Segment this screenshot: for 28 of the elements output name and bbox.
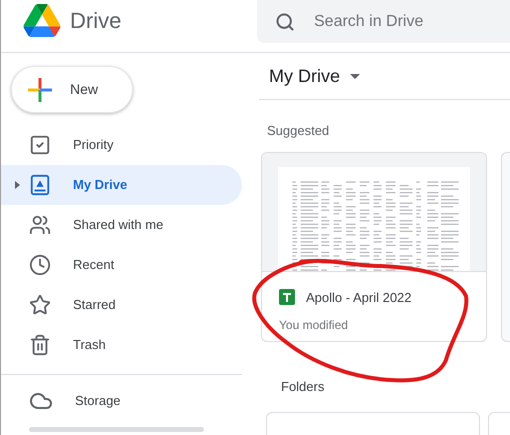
drive-icon: [29, 174, 51, 196]
file-name: Apollo - April 2022: [306, 288, 412, 307]
nav-item[interactable]: Trash: [1, 325, 242, 365]
dropdown-caret-icon[interactable]: [350, 74, 360, 78]
nav-item[interactable]: Shared with me: [1, 205, 242, 245]
trash-icon: [29, 334, 51, 356]
storage-item[interactable]: Storage: [1, 381, 251, 421]
nav-item[interactable]: Recent: [1, 245, 242, 285]
people-icon: [29, 214, 51, 236]
new-button[interactable]: New: [11, 66, 133, 113]
file-card[interactable]: Apollo - April 2022 You modified: [261, 152, 487, 342]
clock-icon: [29, 254, 51, 276]
checkbox-icon: [29, 134, 51, 156]
spreadsheet-icon: [279, 289, 295, 306]
drive-logo-icon: [23, 4, 61, 37]
app-name: Drive: [70, 7, 122, 35]
plus-icon: [28, 78, 52, 102]
star-icon: [29, 294, 51, 316]
page-title: My Drive: [269, 64, 340, 88]
search-icon: [275, 12, 295, 32]
nav-item[interactable]: Starred: [1, 285, 242, 325]
section-heading: Folders: [281, 378, 324, 396]
expand-arrow-icon[interactable]: [15, 181, 20, 189]
nav-item[interactable]: My Drive: [1, 165, 242, 205]
search-field[interactable]: Search in Drive: [257, 0, 510, 43]
file-detail: You modified: [279, 317, 348, 334]
nav-item[interactable]: Priority: [1, 125, 242, 165]
section-heading: Suggested: [267, 122, 330, 140]
